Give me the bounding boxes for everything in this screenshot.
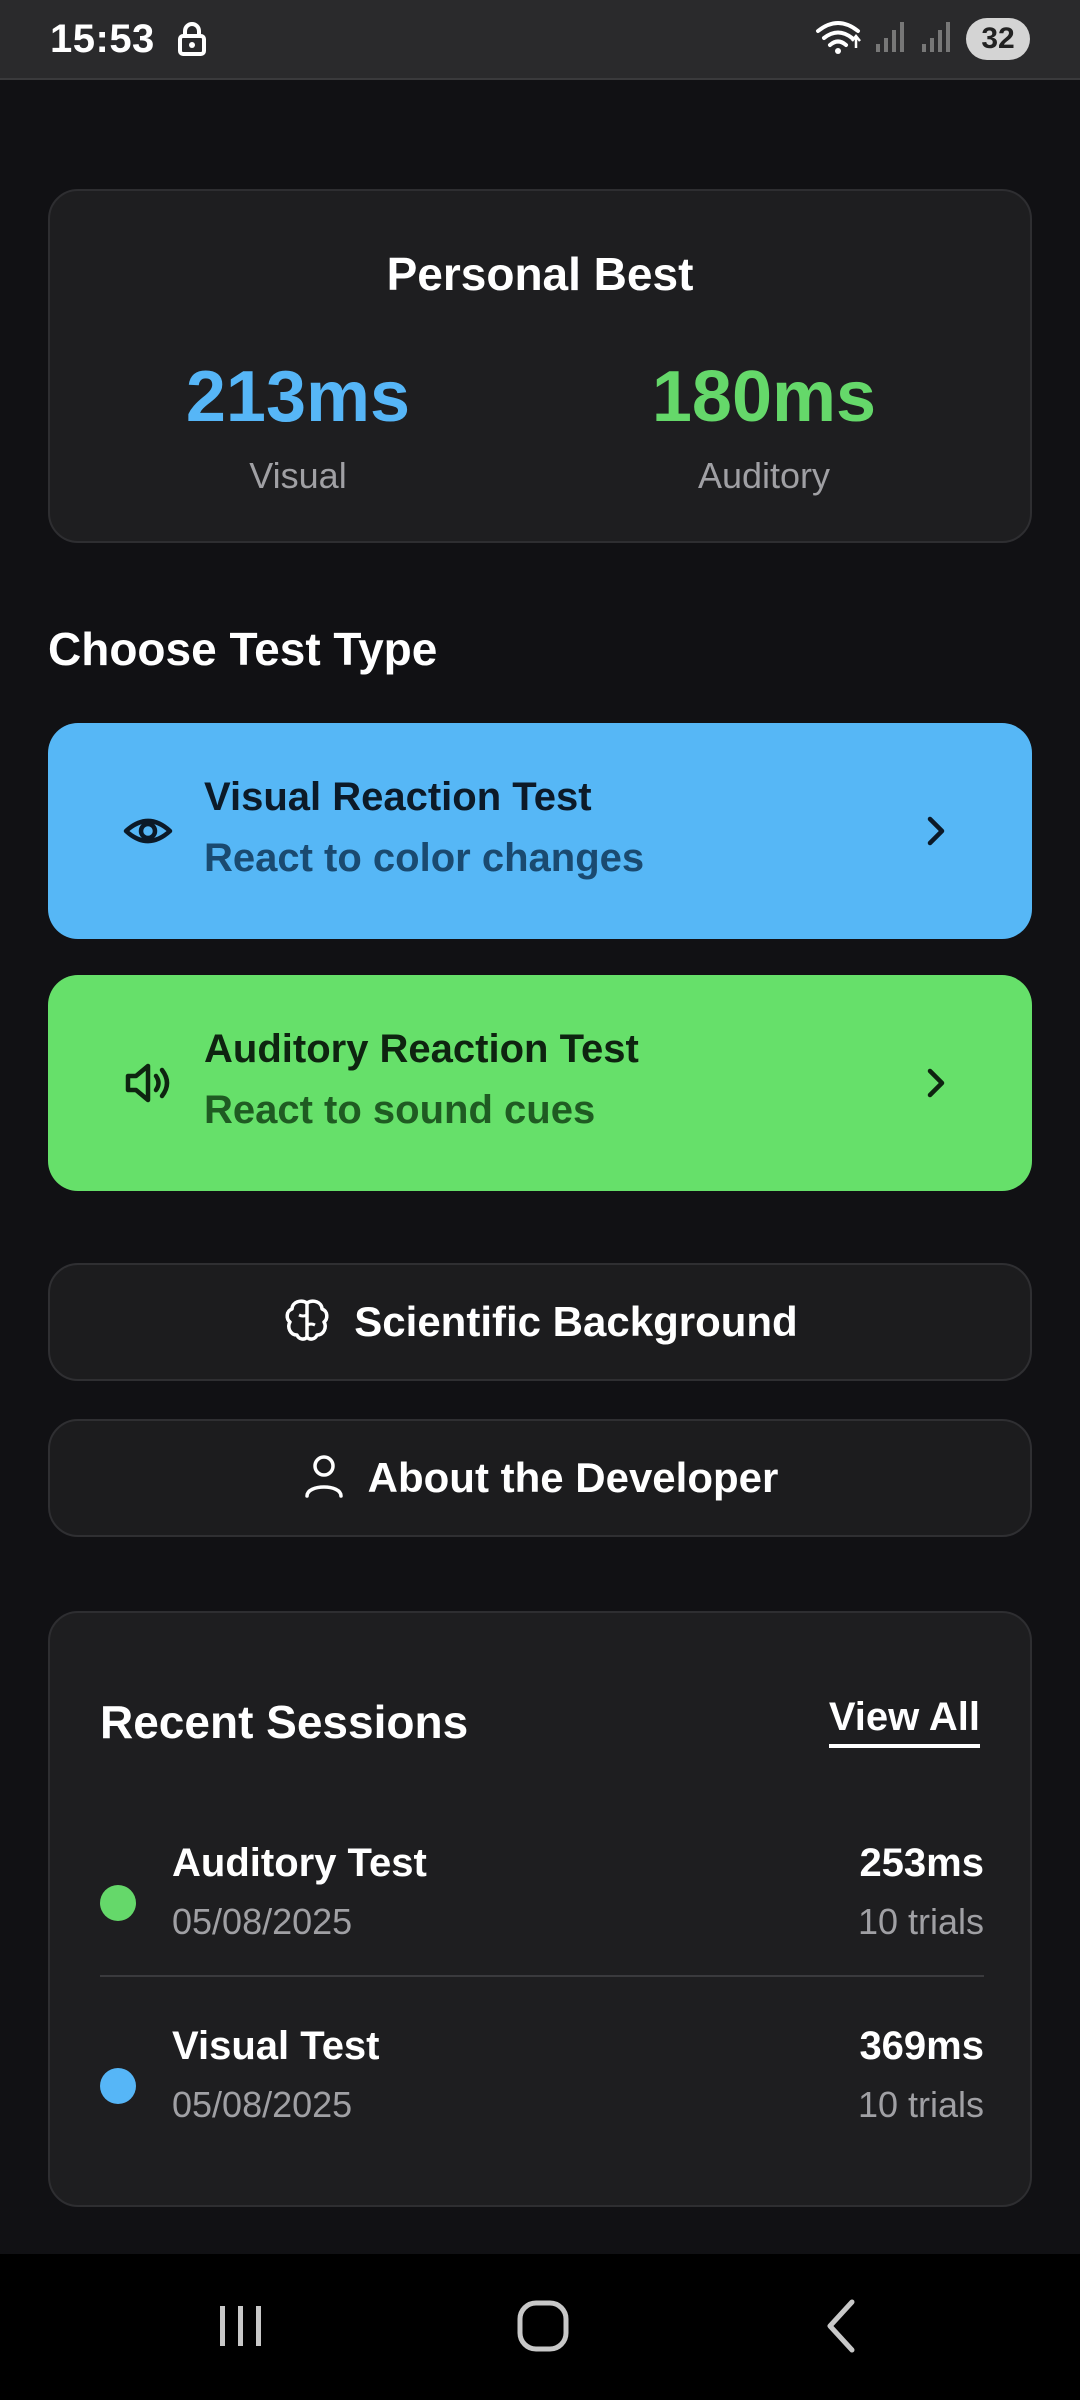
recents-icon[interactable] <box>206 2296 276 2356</box>
lock-icon <box>177 21 207 57</box>
session-name: Auditory Test <box>172 1841 427 1885</box>
personal-best-visual: 213ms Visual <box>88 361 508 497</box>
visual-test-subtitle: React to color changes <box>204 836 645 880</box>
view-all-link[interactable]: View All <box>828 1695 980 1748</box>
status-icons: 32 <box>814 18 1030 60</box>
auditory-test-subtitle: React to sound cues <box>204 1088 596 1132</box>
visual-best-value: 213ms <box>185 357 411 437</box>
session-date: 05/08/2025 <box>172 2084 353 2125</box>
home-icon[interactable] <box>508 2296 578 2356</box>
system-nav-bar <box>0 2254 1080 2400</box>
personal-best-card: Personal Best 213ms Visual 180ms Auditor… <box>48 189 1032 543</box>
about-developer-label: About the Developer <box>367 1454 779 1501</box>
personal-best-title: Personal Best <box>386 248 694 300</box>
personal-best-auditory: 180ms Auditory <box>554 361 974 497</box>
session-name: Visual Test <box>172 2024 380 2068</box>
choose-test-title: Choose Test Type <box>48 623 438 675</box>
chevron-right-icon <box>916 1063 956 1103</box>
visual-test-text: Visual Reaction Test React to color chan… <box>204 775 644 881</box>
session-trials: 10 trials <box>857 1901 984 1942</box>
auditory-test-title: Auditory Reaction Test <box>204 1027 639 1071</box>
scientific-background-button[interactable]: Scientific Background <box>48 1263 1032 1381</box>
session-status-dot <box>100 1885 136 1921</box>
session-trials: 10 trials <box>857 2084 984 2125</box>
status-bar: 15:53 32 <box>0 0 1080 80</box>
visual-test-title: Visual Reaction Test <box>204 775 592 819</box>
scientific-background-label: Scientific Background <box>354 1298 798 1345</box>
signal-icon-2 <box>920 20 954 59</box>
chevron-right-icon <box>916 811 956 851</box>
back-icon[interactable] <box>808 2296 878 2356</box>
visual-best-label: Visual <box>249 455 347 496</box>
eye-icon <box>120 803 176 859</box>
wifi-icon <box>814 19 862 60</box>
status-time: 15:53 <box>50 16 155 61</box>
auditory-test-button[interactable]: Auditory Reaction Test React to sound cu… <box>48 975 1032 1191</box>
signal-icon <box>874 20 908 59</box>
recent-sessions-card: Recent Sessions View All Auditory Test 0… <box>48 1611 1032 2207</box>
session-row[interactable]: Visual Test 05/08/2025 369ms 10 trials <box>100 2020 984 2140</box>
about-developer-button[interactable]: About the Developer <box>48 1419 1032 1537</box>
visual-test-button[interactable]: Visual Reaction Test React to color chan… <box>48 723 1032 939</box>
recent-sessions-title: Recent Sessions <box>100 1696 469 1748</box>
auditory-best-label: Auditory <box>697 455 831 496</box>
session-row[interactable]: Auditory Test 05/08/2025 253ms 10 trials <box>100 1837 984 1957</box>
session-average: 369ms <box>859 2024 984 2068</box>
battery-badge: 32 <box>966 18 1030 60</box>
speaker-icon <box>120 1055 176 1111</box>
main-content: Personal Best 213ms Visual 180ms Auditor… <box>0 82 1080 2254</box>
user-icon <box>302 1452 346 1505</box>
session-divider <box>100 1975 984 1977</box>
auditory-best-value: 180ms <box>651 357 877 437</box>
session-average: 253ms <box>859 1841 984 1885</box>
auditory-test-text: Auditory Reaction Test React to sound cu… <box>204 1027 639 1133</box>
brain-icon <box>282 1295 332 1350</box>
session-date: 05/08/2025 <box>172 1901 353 1942</box>
session-status-dot <box>100 2068 136 2104</box>
